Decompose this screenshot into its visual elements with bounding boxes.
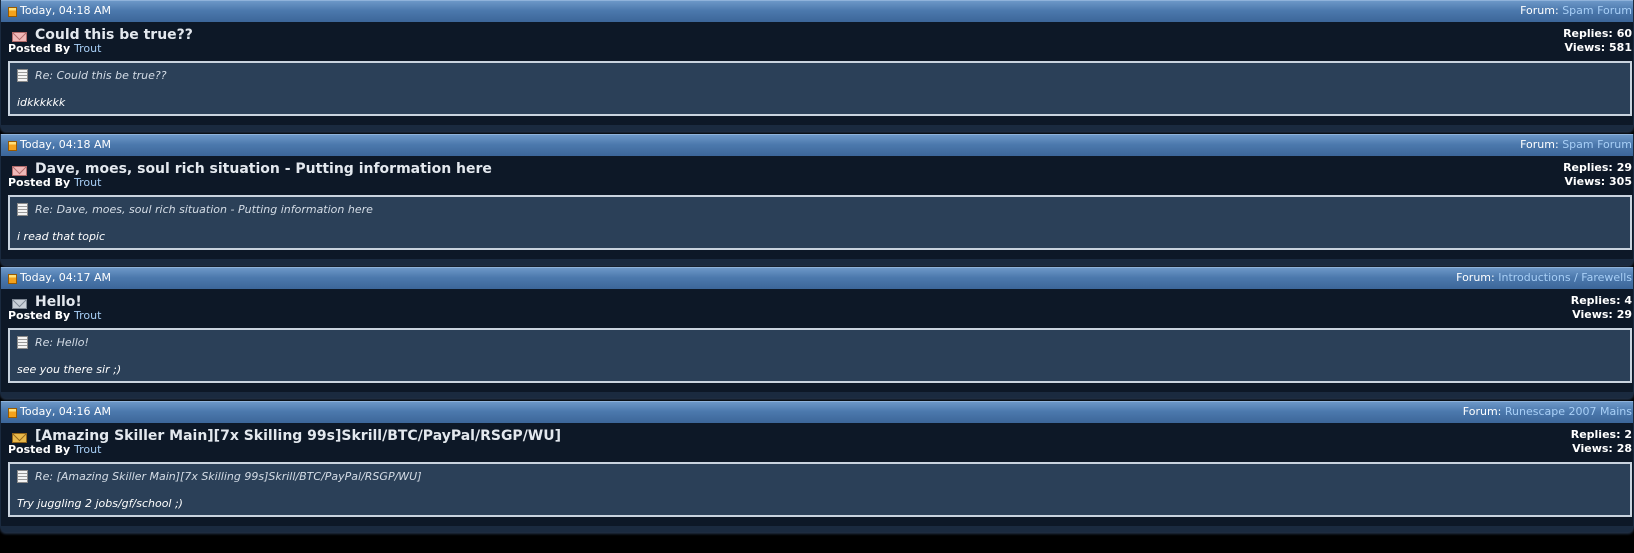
views-count: 305: [1609, 175, 1632, 188]
replies-count: 2: [1624, 428, 1632, 441]
document-icon: [17, 336, 28, 349]
posted-by: Posted By Trout: [8, 309, 101, 323]
thread-stats: Replies: 60 Views: 581: [1563, 27, 1632, 55]
thread-stats: Replies: 29 Views: 305: [1563, 161, 1632, 189]
forum-info: Forum: Runescape 2007 Mains: [1463, 405, 1632, 419]
post-item: Today, 04:18 AM Forum: Spam Forum Could …: [0, 0, 1634, 131]
forum-label: Forum:: [1520, 4, 1559, 17]
post-header: Today, 04:16 AM Forum: Runescape 2007 Ma…: [1, 401, 1633, 423]
author-link[interactable]: Trout: [74, 176, 101, 189]
posted-by-label: Posted By: [8, 42, 71, 55]
replies-stat: Replies: 60: [1563, 27, 1632, 41]
post-header: Today, 04:18 AM Forum: Spam Forum: [1, 134, 1633, 156]
calendar-icon: [8, 274, 17, 284]
forum-link[interactable]: Spam Forum: [1562, 4, 1632, 17]
views-stat: Views: 29: [1571, 308, 1632, 322]
replies-count: 29: [1616, 161, 1632, 174]
replies-stat: Replies: 29: [1563, 161, 1632, 175]
views-label: Views:: [1572, 308, 1613, 321]
reply-preview: Try juggling 2 jobs/gf/school ;): [17, 497, 183, 510]
thread-stats: Replies: 4 Views: 29: [1571, 294, 1632, 322]
forum-label: Forum:: [1462, 405, 1502, 418]
views-count: 29: [1616, 308, 1632, 321]
posted-by: Posted By Trout: [8, 176, 101, 190]
post-body: Dave, moes, soul rich situation - Puttin…: [1, 156, 1633, 259]
author-link[interactable]: Trout: [74, 309, 101, 322]
reply-title-link[interactable]: Re: [Amazing Skiller Main][7x Skilling 9…: [35, 470, 422, 484]
envelope-pink-icon: [12, 166, 27, 176]
views-label: Views:: [1564, 41, 1606, 54]
views-label: Views:: [1564, 175, 1606, 188]
forum-link[interactable]: Introductions / Farewells: [1498, 271, 1632, 284]
post-item: Today, 04:17 AM Forum: Introductions / F…: [0, 267, 1634, 398]
post-date: Today, 04:18 AM: [20, 4, 112, 17]
posted-by-label: Posted By: [8, 176, 71, 189]
post-body: Hello! Posted By Trout Replies: 4 Views:…: [1, 289, 1633, 392]
replies-label: Replies:: [1563, 27, 1613, 40]
forum-info: Forum: Introductions / Farewells: [1456, 271, 1632, 285]
reply-preview: idkkkkkk: [17, 96, 66, 109]
views-stat: Views: 28: [1571, 442, 1632, 456]
document-icon: [17, 203, 28, 216]
reply-title-link[interactable]: Re: Dave, moes, soul rich situation - Pu…: [35, 203, 373, 217]
replies-label: Replies:: [1570, 428, 1621, 441]
replies-stat: Replies: 2: [1571, 428, 1632, 442]
thread-stats: Replies: 2 Views: 28: [1571, 428, 1632, 456]
reply-preview: see you there sir ;): [17, 363, 122, 376]
post-item: Today, 04:16 AM Forum: Runescape 2007 Ma…: [0, 401, 1634, 532]
envelope-gold-icon: [12, 433, 27, 443]
forum-info: Forum: Spam Forum: [1520, 4, 1632, 18]
views-label: Views:: [1572, 442, 1613, 455]
forum-label: Forum:: [1520, 138, 1559, 151]
forum-info: Forum: Spam Forum: [1520, 138, 1632, 152]
post-header: Today, 04:17 AM Forum: Introductions / F…: [1, 267, 1633, 289]
author-link[interactable]: Trout: [74, 42, 101, 55]
latest-reply-box: Re: Dave, moes, soul rich situation - Pu…: [8, 195, 1632, 250]
posted-by-label: Posted By: [8, 443, 71, 456]
replies-label: Replies:: [1570, 294, 1621, 307]
post-date: Today, 04:16 AM: [20, 405, 112, 418]
views-stat: Views: 305: [1563, 175, 1632, 189]
forum-link[interactable]: Spam Forum: [1562, 138, 1632, 151]
reply-preview: i read that topic: [17, 230, 106, 243]
calendar-icon: [8, 141, 17, 151]
thread-title-link[interactable]: [Amazing Skiller Main][7x Skilling 99s]S…: [35, 427, 561, 445]
reply-title-link[interactable]: Re: Hello!: [35, 336, 89, 350]
post-item: Today, 04:18 AM Forum: Spam Forum Dave, …: [0, 134, 1634, 265]
post-body: Could this be true?? Posted By Trout Rep…: [1, 22, 1633, 125]
latest-reply-box: Re: [Amazing Skiller Main][7x Skilling 9…: [8, 462, 1632, 517]
calendar-icon: [8, 7, 17, 17]
post-date: Today, 04:17 AM: [20, 271, 112, 284]
post-date: Today, 04:18 AM: [20, 138, 112, 151]
replies-count: 60: [1616, 27, 1632, 40]
views-stat: Views: 581: [1563, 41, 1632, 55]
views-count: 581: [1609, 41, 1632, 54]
document-icon: [17, 470, 28, 483]
views-count: 28: [1616, 442, 1632, 455]
replies-count: 4: [1624, 294, 1632, 307]
posted-by: Posted By Trout: [8, 42, 101, 56]
replies-label: Replies:: [1563, 161, 1613, 174]
forum-link[interactable]: Runescape 2007 Mains: [1505, 405, 1632, 418]
reply-title-link[interactable]: Re: Could this be true??: [35, 69, 167, 83]
author-link[interactable]: Trout: [74, 443, 101, 456]
calendar-icon: [8, 408, 17, 418]
latest-reply-box: Re: Could this be true?? idkkkkkk: [8, 61, 1632, 116]
document-icon: [17, 69, 28, 82]
envelope-grey-icon: [12, 299, 27, 309]
post-header: Today, 04:18 AM Forum: Spam Forum: [1, 0, 1633, 22]
post-body: [Amazing Skiller Main][7x Skilling 99s]S…: [1, 423, 1633, 526]
posted-by: Posted By Trout: [8, 443, 101, 457]
thread-title-link[interactable]: Dave, moes, soul rich situation - Puttin…: [35, 160, 492, 178]
posted-by-label: Posted By: [8, 309, 71, 322]
envelope-pink-icon: [12, 32, 27, 42]
replies-stat: Replies: 4: [1571, 294, 1632, 308]
forum-label: Forum:: [1456, 271, 1495, 284]
latest-reply-box: Re: Hello! see you there sir ;): [8, 328, 1632, 383]
